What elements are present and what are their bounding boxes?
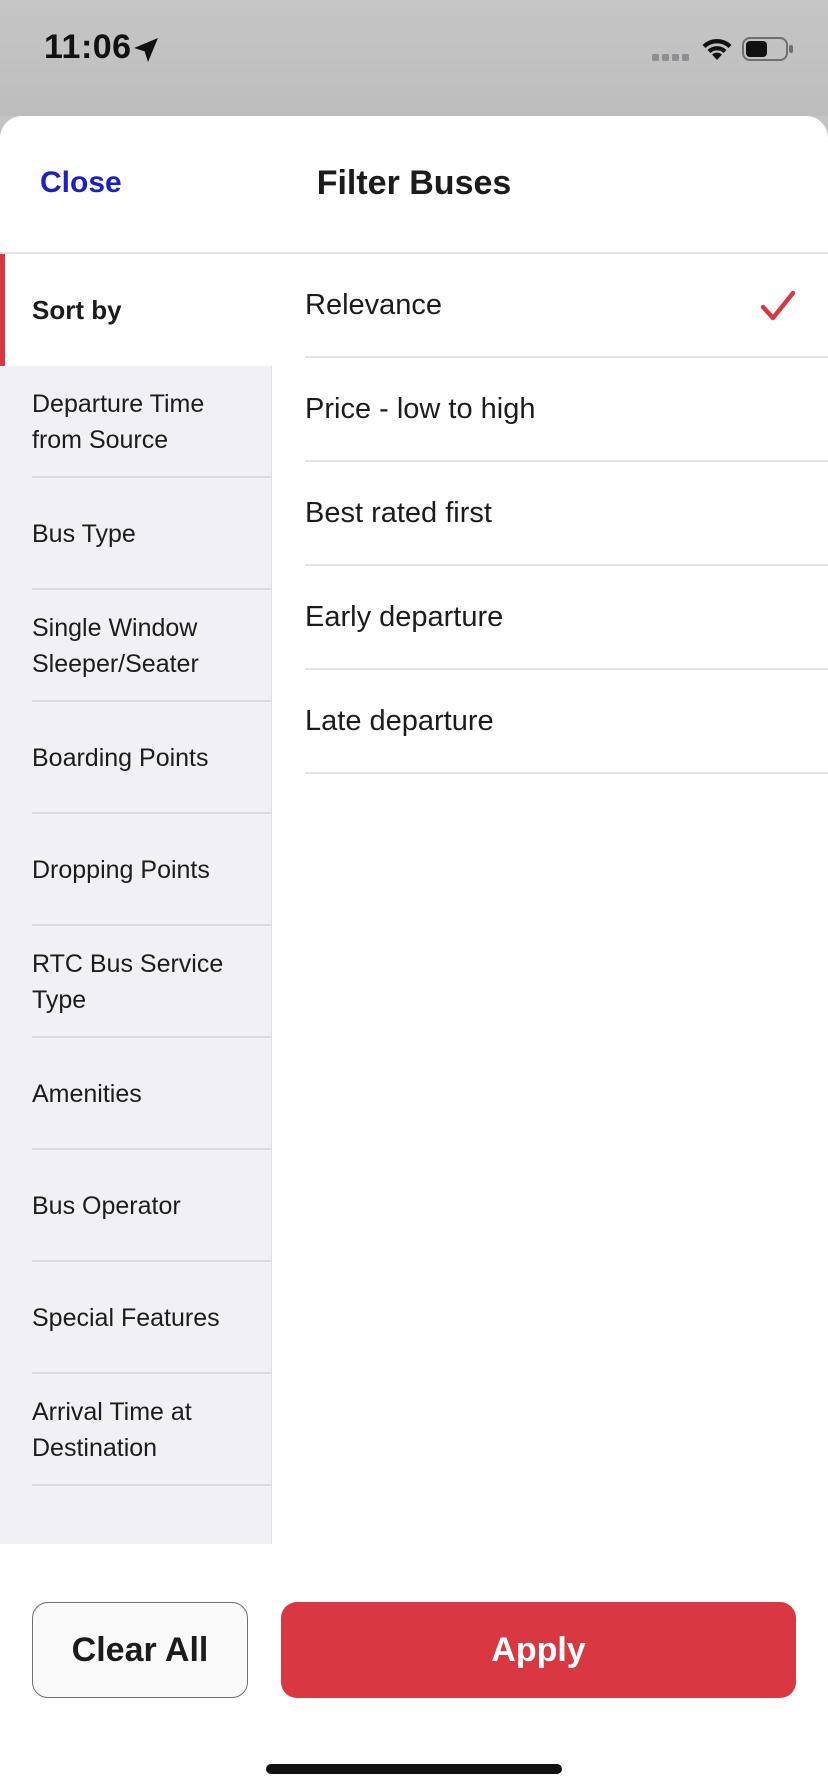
- sort-option-relevance[interactable]: Relevance: [305, 254, 828, 358]
- action-footer: Clear All Apply: [0, 1544, 828, 1792]
- battery-icon: [742, 37, 793, 61]
- filter-category-sidebar: Sort by Departure Time from Source Bus T…: [0, 254, 272, 1544]
- sidebar-item-bus-type[interactable]: Bus Type: [0, 478, 272, 590]
- sidebar-item-departure-time[interactable]: Departure Time from Source: [0, 366, 272, 478]
- sort-option-label: Relevance: [305, 288, 443, 321]
- sidebar-item-dropping-points[interactable]: Dropping Points: [0, 814, 272, 926]
- signal-icon: [652, 54, 689, 61]
- location-arrow-icon: [134, 38, 158, 62]
- sort-option-label: Best rated first: [305, 496, 492, 529]
- sidebar-item-bus-operator[interactable]: Bus Operator: [0, 1150, 272, 1262]
- home-indicator[interactable]: [266, 1764, 562, 1774]
- sidebar-item-amenities[interactable]: Amenities: [0, 1038, 272, 1150]
- sort-option-price-low-high[interactable]: Price - low to high: [305, 358, 828, 462]
- sidebar-item-sort-by[interactable]: Sort by: [0, 254, 272, 366]
- sidebar-item-arrival-time[interactable]: Arrival Time at Destination: [0, 1374, 272, 1486]
- sheet-header: Close Filter Buses: [0, 116, 828, 254]
- sort-option-best-rated[interactable]: Best rated first: [305, 462, 828, 566]
- sidebar-item-boarding-points[interactable]: Boarding Points: [0, 702, 272, 814]
- sort-option-label: Price - low to high: [305, 392, 536, 425]
- sort-options-list: Relevance Price - low to high Best rated…: [305, 254, 828, 774]
- wifi-icon: [702, 38, 732, 60]
- sidebar-item-rtc-service-type[interactable]: RTC Bus Service Type: [0, 926, 272, 1038]
- sidebar-item-special-features[interactable]: Special Features: [0, 1262, 272, 1374]
- page-title: Filter Buses: [316, 164, 512, 202]
- sort-option-early-departure[interactable]: Early departure: [305, 566, 828, 670]
- status-bar: 11:06: [0, 0, 828, 116]
- sort-option-label: Early departure: [305, 600, 504, 633]
- clear-all-button[interactable]: Clear All: [32, 1602, 248, 1698]
- filter-sheet: Close Filter Buses Sort by Departure Tim…: [0, 116, 828, 1792]
- sort-option-label: Late departure: [305, 704, 494, 737]
- checkmark-icon: [760, 290, 796, 321]
- sidebar-item-single-window[interactable]: Single Window Sleeper/Seater: [0, 590, 272, 702]
- status-time: 11:06: [44, 28, 132, 66]
- sort-option-late-departure[interactable]: Late departure: [305, 670, 828, 774]
- apply-button[interactable]: Apply: [281, 1602, 796, 1698]
